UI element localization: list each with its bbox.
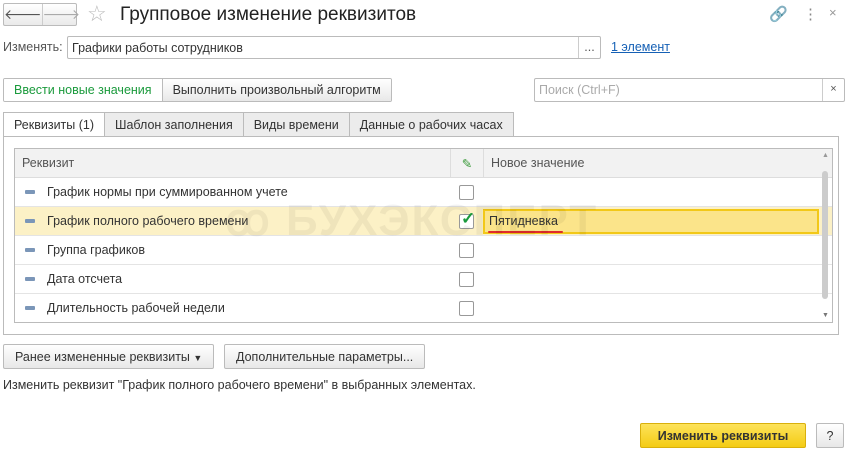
- value-cell[interactable]: Пятидневка: [483, 207, 821, 235]
- prev-changed-label: Ранее измененные реквизиты: [15, 350, 190, 364]
- attribute-cell[interactable]: Длительность рабочей недели: [15, 301, 450, 315]
- table-row[interactable]: Дата отсчета: [15, 265, 832, 294]
- select-button[interactable]: ...: [578, 37, 600, 58]
- use-checkbox[interactable]: ✓: [459, 209, 475, 229]
- search-input[interactable]: Поиск (Ctrl+F): [535, 79, 822, 101]
- close-icon[interactable]: ×: [829, 5, 837, 20]
- link-icon[interactable]: 🔗: [769, 5, 788, 23]
- attribute-icon: [25, 277, 35, 281]
- table-row[interactable]: Группа графиков: [15, 236, 832, 265]
- apply-button[interactable]: Изменить реквизиты: [640, 423, 806, 448]
- value-cell[interactable]: [483, 236, 821, 264]
- help-button[interactable]: ?: [816, 423, 844, 448]
- attribute-icon: [25, 190, 35, 194]
- attribute-name: График нормы при суммированном учете: [47, 185, 288, 199]
- change-field[interactable]: Графики работы сотрудников ...: [67, 36, 601, 59]
- extra-params-button[interactable]: Дополнительные параметры...: [224, 344, 426, 369]
- checkbox-cell: [450, 178, 483, 206]
- change-label: Изменять:: [3, 40, 63, 54]
- scroll-down-icon[interactable]: ▼: [822, 312, 829, 319]
- use-checkbox[interactable]: [459, 242, 474, 258]
- underline-annotation: [488, 231, 563, 233]
- elements-link[interactable]: 1 элемент: [611, 40, 670, 54]
- attribute-cell[interactable]: Дата отсчета: [15, 272, 450, 286]
- attribute-name: График полного рабочего времени: [47, 214, 249, 228]
- attributes-table: Реквизит ✎ Новое значение График нормы п…: [14, 148, 833, 323]
- tab-fill-template[interactable]: Шаблон заполнения: [105, 112, 244, 137]
- table-row[interactable]: Длительность рабочей недели: [15, 294, 832, 322]
- scroll-up-icon[interactable]: ▲: [822, 152, 829, 159]
- scrollbar-thumb[interactable]: [822, 171, 828, 299]
- enter-values-button[interactable]: Ввести новые значения: [4, 79, 162, 101]
- attribute-icon: [25, 219, 35, 223]
- tab-attributes[interactable]: Реквизиты (1): [3, 112, 106, 137]
- dropdown-arrow-icon: ▼: [193, 353, 203, 363]
- favorite-star-icon[interactable]: ☆: [87, 1, 107, 27]
- prev-changed-button[interactable]: Ранее измененные реквизиты ▼: [3, 344, 215, 369]
- table-row[interactable]: График полного рабочего времени ✓ Пятидн…: [15, 207, 832, 236]
- table-row[interactable]: График нормы при суммированном учете: [15, 178, 832, 207]
- search-clear-button[interactable]: ×: [822, 79, 844, 101]
- mode-toggle: Ввести новые значения Выполнить произвол…: [3, 78, 392, 102]
- column-attribute[interactable]: Реквизит: [15, 149, 450, 177]
- value-cell[interactable]: [483, 294, 821, 322]
- use-checkbox[interactable]: [459, 271, 474, 287]
- value-input[interactable]: Пятидневка: [483, 209, 819, 234]
- use-checkbox[interactable]: [459, 184, 474, 200]
- window-title: Групповое изменение реквизитов: [120, 4, 417, 25]
- more-menu-icon[interactable]: ⋮: [803, 5, 818, 23]
- attribute-name: Группа графиков: [47, 243, 146, 257]
- checkmark-icon: ✓: [461, 208, 476, 228]
- checkbox-cell: [450, 236, 483, 264]
- value-cell[interactable]: [483, 265, 821, 293]
- table-header: Реквизит ✎ Новое значение: [15, 149, 832, 178]
- value-cell[interactable]: [483, 178, 821, 206]
- tabs: Реквизиты (1) Шаблон заполнения Виды вре…: [3, 112, 514, 137]
- search-field[interactable]: Поиск (Ctrl+F) ×: [534, 78, 845, 102]
- checkbox-cell: [450, 265, 483, 293]
- value-text: Пятидневка: [489, 214, 558, 228]
- run-algorithm-button[interactable]: Выполнить произвольный алгоритм: [161, 79, 391, 101]
- status-text: Изменить реквизит "График полного рабоче…: [3, 378, 476, 392]
- change-value[interactable]: Графики работы сотрудников: [68, 37, 578, 58]
- use-checkbox[interactable]: [459, 300, 474, 316]
- tab-working-hours[interactable]: Данные о рабочих часах: [349, 112, 514, 137]
- attribute-icon: [25, 306, 35, 310]
- pencil-icon: ✎: [450, 149, 483, 177]
- forward-button[interactable]: 🡒: [41, 4, 80, 25]
- attribute-cell[interactable]: Группа графиков: [15, 243, 450, 257]
- column-new-value[interactable]: Новое значение: [483, 149, 821, 177]
- attribute-icon: [25, 248, 35, 252]
- back-button[interactable]: 🡐: [4, 4, 42, 25]
- attribute-cell[interactable]: График нормы при суммированном учете: [15, 185, 450, 199]
- scrollbar[interactable]: ▲ ▼: [819, 149, 832, 322]
- checkbox-cell: ✓: [450, 207, 483, 235]
- attribute-cell[interactable]: График полного рабочего времени: [15, 214, 450, 228]
- attribute-name: Длительность рабочей недели: [47, 301, 225, 315]
- nav-buttons: 🡐 🡒: [3, 3, 80, 26]
- attribute-name: Дата отсчета: [47, 272, 123, 286]
- tab-time-types[interactable]: Виды времени: [243, 112, 350, 137]
- checkbox-cell: [450, 294, 483, 322]
